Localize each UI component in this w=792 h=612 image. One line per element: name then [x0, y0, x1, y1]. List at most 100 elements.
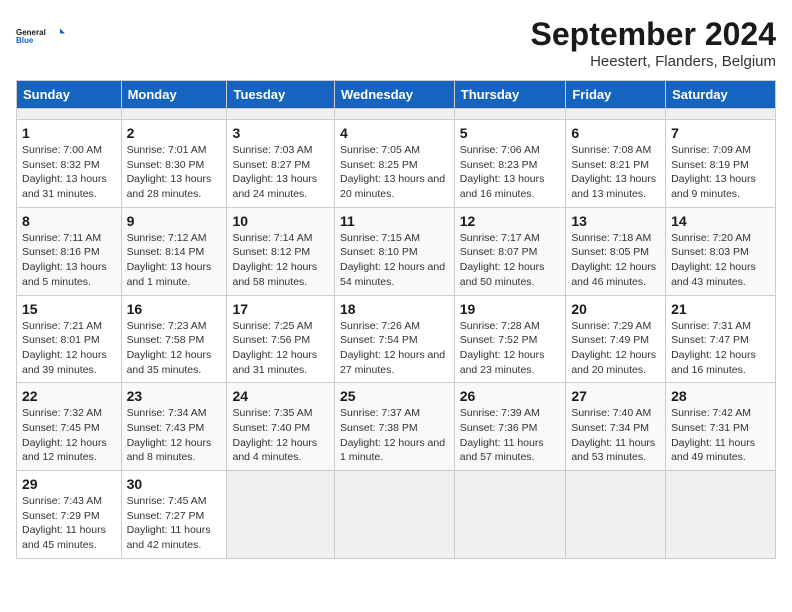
calendar-cell: [227, 109, 335, 120]
calendar-cell: 8 Sunrise: 7:11 AMSunset: 8:16 PMDayligh…: [17, 207, 122, 295]
day-info: Sunrise: 7:25 AMSunset: 7:56 PMDaylight:…: [232, 320, 317, 376]
calendar-day-header: Sunday: [17, 81, 122, 109]
calendar-cell: [666, 471, 776, 559]
day-number: 29: [22, 476, 116, 492]
day-number: 8: [22, 213, 116, 229]
calendar-day-header: Wednesday: [334, 81, 454, 109]
day-info: Sunrise: 7:43 AMSunset: 7:29 PMDaylight:…: [22, 495, 106, 551]
day-info: Sunrise: 7:09 AMSunset: 8:19 PMDaylight:…: [671, 144, 756, 200]
day-info: Sunrise: 7:32 AMSunset: 7:45 PMDaylight:…: [22, 407, 107, 463]
calendar-cell: 1 Sunrise: 7:00 AMSunset: 8:32 PMDayligh…: [17, 120, 122, 208]
logo: General Blue: [16, 16, 66, 56]
day-info: Sunrise: 7:31 AMSunset: 7:47 PMDaylight:…: [671, 320, 756, 376]
calendar-cell: 20 Sunrise: 7:29 AMSunset: 7:49 PMDaylig…: [566, 295, 666, 383]
calendar-cell: 16 Sunrise: 7:23 AMSunset: 7:58 PMDaylig…: [121, 295, 227, 383]
calendar-cell: 25 Sunrise: 7:37 AMSunset: 7:38 PMDaylig…: [334, 383, 454, 471]
calendar-week-row: 15 Sunrise: 7:21 AMSunset: 8:01 PMDaylig…: [17, 295, 776, 383]
day-number: 21: [671, 301, 770, 317]
page-subtitle: Heestert, Flanders, Belgium: [531, 53, 776, 70]
day-info: Sunrise: 7:21 AMSunset: 8:01 PMDaylight:…: [22, 320, 107, 376]
calendar-cell: 22 Sunrise: 7:32 AMSunset: 7:45 PMDaylig…: [17, 383, 122, 471]
calendar-cell: 17 Sunrise: 7:25 AMSunset: 7:56 PMDaylig…: [227, 295, 335, 383]
calendar-table: SundayMondayTuesdayWednesdayThursdayFrid…: [16, 80, 776, 559]
calendar-cell: 24 Sunrise: 7:35 AMSunset: 7:40 PMDaylig…: [227, 383, 335, 471]
day-info: Sunrise: 7:34 AMSunset: 7:43 PMDaylight:…: [127, 407, 212, 463]
day-number: 23: [127, 388, 222, 404]
calendar-cell: 11 Sunrise: 7:15 AMSunset: 8:10 PMDaylig…: [334, 207, 454, 295]
day-info: Sunrise: 7:28 AMSunset: 7:52 PMDaylight:…: [460, 320, 545, 376]
day-number: 10: [232, 213, 329, 229]
calendar-week-row: 8 Sunrise: 7:11 AMSunset: 8:16 PMDayligh…: [17, 207, 776, 295]
calendar-cell: 18 Sunrise: 7:26 AMSunset: 7:54 PMDaylig…: [334, 295, 454, 383]
day-info: Sunrise: 7:17 AMSunset: 8:07 PMDaylight:…: [460, 232, 545, 288]
logo-svg: General Blue: [16, 16, 66, 56]
calendar-cell: 4 Sunrise: 7:05 AMSunset: 8:25 PMDayligh…: [334, 120, 454, 208]
calendar-cell: 30 Sunrise: 7:45 AMSunset: 7:27 PMDaylig…: [121, 471, 227, 559]
calendar-cell: 29 Sunrise: 7:43 AMSunset: 7:29 PMDaylig…: [17, 471, 122, 559]
calendar-cell: [227, 471, 335, 559]
day-number: 25: [340, 388, 449, 404]
day-info: Sunrise: 7:00 AMSunset: 8:32 PMDaylight:…: [22, 144, 107, 200]
day-info: Sunrise: 7:03 AMSunset: 8:27 PMDaylight:…: [232, 144, 317, 200]
calendar-day-header: Monday: [121, 81, 227, 109]
day-info: Sunrise: 7:20 AMSunset: 8:03 PMDaylight:…: [671, 232, 756, 288]
day-number: 2: [127, 125, 222, 141]
calendar-cell: 10 Sunrise: 7:14 AMSunset: 8:12 PMDaylig…: [227, 207, 335, 295]
day-info: Sunrise: 7:29 AMSunset: 7:49 PMDaylight:…: [571, 320, 656, 376]
day-number: 5: [460, 125, 561, 141]
day-number: 24: [232, 388, 329, 404]
day-number: 15: [22, 301, 116, 317]
day-number: 20: [571, 301, 660, 317]
day-info: Sunrise: 7:40 AMSunset: 7:34 PMDaylight:…: [571, 407, 655, 463]
calendar-cell: [17, 109, 122, 120]
day-info: Sunrise: 7:23 AMSunset: 7:58 PMDaylight:…: [127, 320, 212, 376]
day-info: Sunrise: 7:08 AMSunset: 8:21 PMDaylight:…: [571, 144, 656, 200]
day-number: 26: [460, 388, 561, 404]
calendar-cell: 13 Sunrise: 7:18 AMSunset: 8:05 PMDaylig…: [566, 207, 666, 295]
day-number: 22: [22, 388, 116, 404]
calendar-cell: 27 Sunrise: 7:40 AMSunset: 7:34 PMDaylig…: [566, 383, 666, 471]
day-info: Sunrise: 7:45 AMSunset: 7:27 PMDaylight:…: [127, 495, 211, 551]
calendar-week-row: 29 Sunrise: 7:43 AMSunset: 7:29 PMDaylig…: [17, 471, 776, 559]
day-number: 19: [460, 301, 561, 317]
calendar-day-header: Tuesday: [227, 81, 335, 109]
day-info: Sunrise: 7:06 AMSunset: 8:23 PMDaylight:…: [460, 144, 545, 200]
day-info: Sunrise: 7:37 AMSunset: 7:38 PMDaylight:…: [340, 407, 445, 463]
day-number: 11: [340, 213, 449, 229]
day-info: Sunrise: 7:05 AMSunset: 8:25 PMDaylight:…: [340, 144, 445, 200]
calendar-cell: [454, 109, 566, 120]
calendar-cell: [566, 471, 666, 559]
calendar-cell: [666, 109, 776, 120]
day-info: Sunrise: 7:12 AMSunset: 8:14 PMDaylight:…: [127, 232, 212, 288]
day-info: Sunrise: 7:18 AMSunset: 8:05 PMDaylight:…: [571, 232, 656, 288]
day-number: 17: [232, 301, 329, 317]
day-info: Sunrise: 7:42 AMSunset: 7:31 PMDaylight:…: [671, 407, 755, 463]
day-info: Sunrise: 7:15 AMSunset: 8:10 PMDaylight:…: [340, 232, 445, 288]
title-block: September 2024 Heestert, Flanders, Belgi…: [531, 16, 776, 70]
day-number: 4: [340, 125, 449, 141]
calendar-day-header: Friday: [566, 81, 666, 109]
calendar-cell: 7 Sunrise: 7:09 AMSunset: 8:19 PMDayligh…: [666, 120, 776, 208]
calendar-header-row: SundayMondayTuesdayWednesdayThursdayFrid…: [17, 81, 776, 109]
calendar-week-row: 1 Sunrise: 7:00 AMSunset: 8:32 PMDayligh…: [17, 120, 776, 208]
calendar-cell: 5 Sunrise: 7:06 AMSunset: 8:23 PMDayligh…: [454, 120, 566, 208]
calendar-cell: 2 Sunrise: 7:01 AMSunset: 8:30 PMDayligh…: [121, 120, 227, 208]
calendar-cell: [334, 109, 454, 120]
page-title: September 2024: [531, 16, 776, 53]
calendar-cell: 3 Sunrise: 7:03 AMSunset: 8:27 PMDayligh…: [227, 120, 335, 208]
day-number: 18: [340, 301, 449, 317]
calendar-cell: 14 Sunrise: 7:20 AMSunset: 8:03 PMDaylig…: [666, 207, 776, 295]
page-header: General Blue September 2024 Heestert, Fl…: [16, 16, 776, 70]
day-info: Sunrise: 7:11 AMSunset: 8:16 PMDaylight:…: [22, 232, 107, 288]
calendar-cell: 12 Sunrise: 7:17 AMSunset: 8:07 PMDaylig…: [454, 207, 566, 295]
calendar-cell: 19 Sunrise: 7:28 AMSunset: 7:52 PMDaylig…: [454, 295, 566, 383]
day-info: Sunrise: 7:35 AMSunset: 7:40 PMDaylight:…: [232, 407, 317, 463]
day-number: 13: [571, 213, 660, 229]
calendar-cell: 23 Sunrise: 7:34 AMSunset: 7:43 PMDaylig…: [121, 383, 227, 471]
day-number: 9: [127, 213, 222, 229]
calendar-week-row: 22 Sunrise: 7:32 AMSunset: 7:45 PMDaylig…: [17, 383, 776, 471]
day-info: Sunrise: 7:14 AMSunset: 8:12 PMDaylight:…: [232, 232, 317, 288]
day-number: 3: [232, 125, 329, 141]
day-number: 16: [127, 301, 222, 317]
calendar-cell: [121, 109, 227, 120]
